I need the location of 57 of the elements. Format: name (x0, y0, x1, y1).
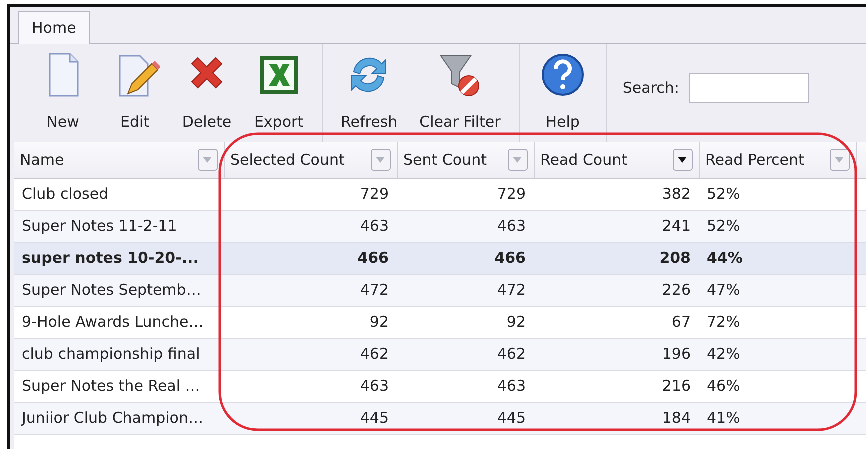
table-cell: 729 (497, 184, 526, 203)
caret-icon (835, 156, 844, 163)
table-cell: 208 (660, 248, 691, 267)
table-cell: 44% (707, 248, 743, 267)
toolbar-button[interactable]: Export (246, 50, 312, 142)
toolbar-button[interactable]: Help (530, 50, 596, 142)
caret-icon (203, 156, 212, 163)
table-cell: 216 (662, 376, 691, 395)
table-cell: 463 (360, 376, 389, 395)
toolbar-button[interactable]: Delete (174, 50, 240, 142)
toolbar-button[interactable]: Refresh (333, 50, 406, 142)
table-cell: 466 (358, 248, 389, 267)
table-cell: 92 (506, 312, 526, 331)
caret-icon (678, 156, 687, 163)
table-cell: 47% (707, 280, 740, 299)
table-cell: 92 (370, 312, 389, 331)
table-cell: 445 (360, 408, 389, 427)
table-cell: 729 (360, 184, 389, 203)
table-cell: 184 (662, 408, 691, 427)
table-cell: 462 (360, 344, 389, 363)
table-cell: Club closed (22, 184, 109, 203)
table-cell: 226 (662, 280, 691, 299)
table-cell: 52% (707, 184, 740, 203)
table-cell: 67 (672, 312, 691, 331)
table-cell: 72% (707, 312, 740, 331)
tab[interactable]: Home (18, 10, 90, 44)
table-cell: 52% (707, 216, 740, 235)
table-cell: 196 (662, 344, 691, 363)
table-cell: 466 (494, 248, 526, 267)
column-header[interactable]: Name (20, 148, 64, 171)
table-cell: super notes 10-20-... (22, 248, 199, 267)
table-cell: Juniior Club Champion… (22, 408, 204, 427)
table-cell: 41% (707, 408, 740, 427)
toolbar-button[interactable]: New (30, 50, 96, 142)
table-cell: 445 (497, 408, 526, 427)
table-cell: 42% (707, 344, 740, 363)
table-cell: 382 (662, 184, 691, 203)
table-cell: 472 (360, 280, 389, 299)
table-cell: Super Notes 11-2-11 (22, 216, 178, 235)
table-cell: 463 (497, 376, 526, 395)
search-label: Search: (622, 78, 680, 99)
table-cell: 241 (662, 216, 691, 235)
toolbar-button[interactable]: Edit (102, 50, 168, 142)
table-cell: 9-Hole Awards Lunche… (22, 312, 204, 331)
table-cell: Super Notes Septemb… (22, 280, 202, 299)
table-cell: club championship final (22, 344, 200, 363)
table-cell: Super Notes the Real … (22, 376, 200, 395)
table-cell: 462 (497, 344, 526, 363)
caret-icon (376, 156, 385, 163)
filter-dropdown-button[interactable] (672, 148, 692, 171)
table-cell: 463 (497, 216, 526, 235)
table-cell: 463 (360, 216, 389, 235)
search-field[interactable] (689, 73, 810, 103)
table-cell: 46% (707, 376, 740, 395)
table-cell: 472 (497, 280, 526, 299)
caret-icon (513, 156, 522, 163)
toolbar-button[interactable]: Clear Filter (412, 50, 509, 142)
